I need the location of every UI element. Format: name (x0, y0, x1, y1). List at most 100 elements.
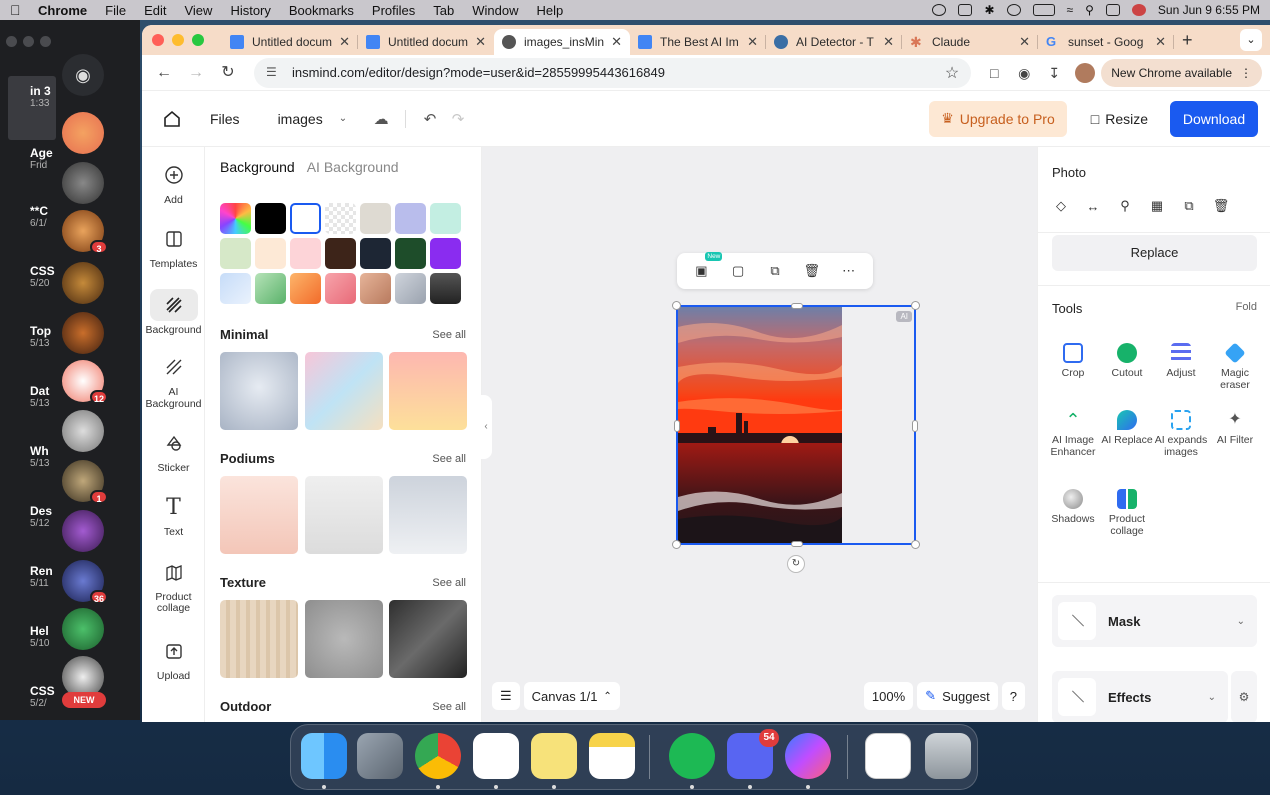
tool-ai-expands-images[interactable]: AI expands images (1154, 410, 1208, 458)
gradient-swatch[interactable] (290, 273, 321, 304)
home-button[interactable] (154, 101, 190, 137)
server-icon[interactable]: 1 (62, 460, 108, 504)
close-tab-icon[interactable]: ✕ (339, 34, 350, 50)
profile-avatar[interactable] (1075, 62, 1096, 83)
back-button[interactable]: ← (150, 59, 178, 87)
gradient-swatch[interactable] (325, 273, 356, 304)
reload-button[interactable]: ↻ (214, 59, 242, 87)
discord-home-button[interactable]: ◉ (62, 54, 104, 96)
rail-upload[interactable]: Upload (142, 635, 205, 682)
browser-tab[interactable]: ✱ Claude ✕ (902, 29, 1038, 55)
tool-shadows[interactable]: Shadows (1046, 489, 1100, 526)
tool-ai-image-enhancer[interactable]: ⌃ AI Image Enhancer (1046, 410, 1100, 458)
gradient-swatch[interactable] (360, 273, 391, 304)
spotify-icon[interactable] (669, 733, 715, 779)
tool-adjust[interactable]: Adjust (1154, 343, 1208, 380)
extension-icon[interactable]: ◉ (1010, 59, 1038, 87)
menubar-clock[interactable]: Sun Jun 9 6:55 PM (1158, 3, 1260, 17)
color-swatch[interactable] (395, 203, 426, 234)
see-all-link[interactable]: See all (432, 701, 466, 713)
server-icon[interactable]: 36 (62, 560, 108, 604)
zoom-level-button[interactable]: 100% (863, 682, 914, 710)
menu-history[interactable]: History (230, 3, 270, 18)
color-swatch[interactable] (360, 238, 391, 269)
lock-icon[interactable]: ⚲ (1114, 195, 1136, 217)
background-thumbnail[interactable] (220, 600, 298, 678)
close-window-button[interactable] (152, 34, 164, 46)
zoom-window-button[interactable] (192, 34, 204, 46)
delete-button[interactable]: 🗑 (799, 258, 825, 284)
menu-tab[interactable]: Tab (433, 3, 454, 18)
see-all-link[interactable]: See all (432, 453, 466, 465)
browser-tab[interactable]: AI Detector - T ✕ (766, 29, 902, 55)
effects-section[interactable]: Effects ⌄ (1052, 671, 1228, 722)
launchpad-icon[interactable] (357, 733, 403, 779)
textedit-icon[interactable] (473, 733, 519, 779)
wifi-icon[interactable]: ≈ (1067, 3, 1074, 17)
menu-app-name[interactable]: Chrome (38, 3, 87, 18)
server-icon[interactable]: 3 (62, 210, 108, 254)
color-swatch[interactable] (290, 238, 321, 269)
new-tab-button[interactable]: + (1182, 30, 1193, 51)
control-center-icon[interactable] (1105, 4, 1120, 16)
extensions-icon[interactable]: □ (980, 59, 1008, 87)
bluetooth-icon[interactable]: ✱ (984, 3, 994, 17)
tool-cutout[interactable]: Cutout (1100, 343, 1154, 380)
server-icon[interactable] (62, 112, 104, 154)
see-all-link[interactable]: See all (432, 577, 466, 589)
close-tab-icon[interactable]: ✕ (475, 34, 486, 50)
browser-tab[interactable]: The Best AI Im ✕ (630, 29, 766, 55)
finder-icon[interactable] (301, 733, 347, 779)
status-app-icon[interactable] (932, 4, 947, 16)
resize-handle[interactable] (911, 301, 920, 310)
site-info-icon[interactable]: ☰ (266, 65, 282, 81)
gradient-swatch[interactable] (220, 273, 251, 304)
ai-tool-button[interactable]: ▣ New (688, 252, 723, 284)
color-swatch[interactable] (430, 238, 461, 269)
tool-ai-filter[interactable]: ✦ AI Filter (1208, 410, 1262, 447)
menu-bookmarks[interactable]: Bookmarks (289, 3, 354, 18)
sunset-photo[interactable] (678, 307, 842, 543)
menu-profiles[interactable]: Profiles (372, 3, 415, 18)
apple-icon[interactable]:  (10, 2, 24, 18)
battery-icon[interactable] (1032, 4, 1055, 16)
resize-handle[interactable] (912, 420, 918, 432)
browser-tab[interactable]: Untitled docum ✕ (358, 29, 494, 55)
server-icon[interactable]: NEW (62, 656, 106, 708)
background-thumbnail[interactable] (305, 352, 383, 430)
menu-view[interactable]: View (184, 3, 212, 18)
forward-button[interactable]: → (182, 59, 210, 87)
server-icon[interactable] (62, 312, 104, 354)
server-icon[interactable] (62, 410, 104, 452)
menu-file[interactable]: File (105, 3, 126, 18)
gradient-swatch[interactable] (430, 273, 461, 304)
resize-button[interactable]: □ Resize (1081, 101, 1158, 137)
trash-icon[interactable]: 🗑 (1210, 195, 1232, 217)
tool-ai-replace[interactable]: AI Replace (1100, 410, 1154, 447)
rotate-icon[interactable]: ↻ (787, 555, 805, 573)
color-swatch[interactable] (325, 238, 356, 269)
background-thumbnail[interactable] (389, 600, 467, 678)
close-tab-icon[interactable]: ✕ (611, 34, 622, 50)
color-swatch[interactable] (360, 203, 391, 234)
resize-handle[interactable] (672, 540, 681, 549)
downloads-icon[interactable]: ↧ (1040, 59, 1068, 87)
browser-tab[interactable]: Gsunset - Goog ✕ (1038, 29, 1174, 55)
chrome-window-preview[interactable] (865, 733, 911, 779)
gradient-swatch[interactable] (255, 273, 286, 304)
color-swatch[interactable] (255, 238, 286, 269)
color-swatch[interactable] (220, 238, 251, 269)
duplicate-button[interactable]: ⧉ (762, 258, 788, 284)
suggest-button[interactable]: ✎ Suggest (917, 682, 998, 710)
server-icon[interactable] (62, 608, 104, 650)
menu-help[interactable]: Help (537, 3, 564, 18)
background-thumbnail[interactable] (305, 600, 383, 678)
resize-handle[interactable] (791, 303, 803, 309)
project-name-dropdown[interactable]: images ⌄ (278, 111, 348, 127)
siri-icon[interactable] (1131, 4, 1146, 16)
server-icon[interactable]: 12 (62, 360, 108, 404)
status-calendar-icon[interactable] (958, 4, 973, 16)
url-text[interactable]: insmind.com/editor/design?mode=user&id=2… (292, 65, 945, 80)
upgrade-to-pro-button[interactable]: ♛ Upgrade to Pro (929, 100, 1067, 137)
rail-product-collage[interactable]: Product collage (142, 557, 205, 614)
